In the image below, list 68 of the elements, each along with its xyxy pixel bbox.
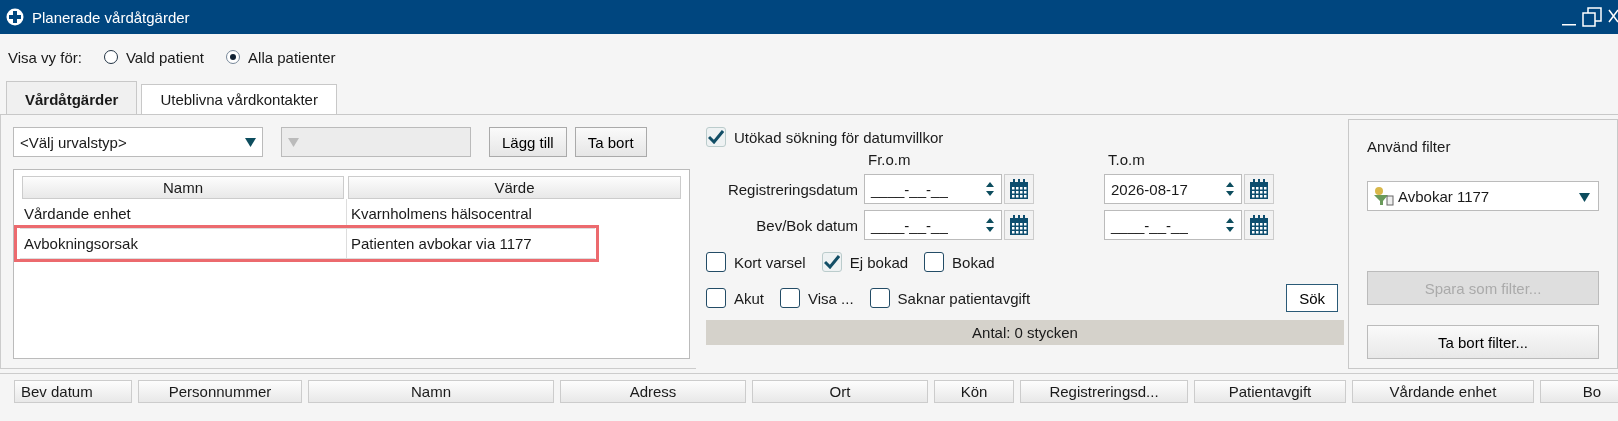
window-title: Planerade vårdåtgärder xyxy=(32,8,190,26)
checkbox-label: Visa ... xyxy=(808,289,854,307)
column-header[interactable]: Registreringsd... xyxy=(1020,380,1188,403)
view-label: Visa vy för: xyxy=(8,48,82,66)
column-header[interactable]: Adress xyxy=(560,380,746,403)
checkbox[interactable] xyxy=(706,288,726,308)
dropdown-caret-icon xyxy=(1579,192,1590,202)
column-header[interactable]: Namn xyxy=(22,176,344,199)
radio-button[interactable] xyxy=(103,50,118,64)
column-header[interactable]: Kön xyxy=(934,380,1014,403)
calendar-button[interactable] xyxy=(1004,174,1034,204)
remove-button[interactable]: Ta bort xyxy=(574,127,647,157)
date-field[interactable]: 2026-08-17 xyxy=(1104,174,1243,204)
spinner-arrows-icon[interactable] xyxy=(985,181,996,197)
filter-dropdown[interactable]: Avbokar 1177 xyxy=(1367,181,1599,211)
dropdown-caret-icon xyxy=(245,137,256,147)
radio-label: Vald patient xyxy=(125,48,205,66)
from-heading: Fr.o.m xyxy=(867,151,912,168)
calendar-button[interactable] xyxy=(1244,174,1274,204)
calendar-icon xyxy=(1008,214,1031,236)
remove-filter-button[interactable]: Ta bort filter... xyxy=(1367,325,1599,359)
checkbox[interactable] xyxy=(869,288,890,308)
calendar-icon xyxy=(1008,178,1031,200)
checkbox-label: Saknar patientavgift xyxy=(897,289,1031,307)
spinner-arrows-icon[interactable] xyxy=(985,217,996,233)
checkbox[interactable] xyxy=(780,288,800,308)
dropdown-caret-icon xyxy=(288,137,299,147)
funnel-icon xyxy=(1372,186,1394,206)
checkbox-label: Ej bokad xyxy=(849,253,909,271)
calendar-icon xyxy=(1248,214,1271,236)
checkbox-label: Bokad xyxy=(952,253,995,271)
date-label: Registreringsdatum xyxy=(726,180,859,198)
spinner-arrows-icon[interactable] xyxy=(1225,217,1236,233)
medical-cross-icon xyxy=(6,8,24,26)
column-header[interactable]: Patientavgift xyxy=(1194,380,1346,403)
column-header[interactable]: Bo xyxy=(1540,380,1618,403)
spinner-arrows-icon[interactable] xyxy=(1225,181,1236,197)
restore-icon[interactable] xyxy=(1582,7,1602,27)
column-header[interactable]: Personnummer xyxy=(138,380,302,403)
search-button[interactable]: Sök xyxy=(1286,284,1338,312)
calendar-button[interactable] xyxy=(1244,210,1274,240)
checkbox[interactable] xyxy=(706,252,726,272)
add-button[interactable]: Lägg till xyxy=(489,127,567,157)
calendar-button[interactable] xyxy=(1004,210,1034,240)
column-header[interactable]: Namn xyxy=(308,380,554,403)
checkbox-label: Kort varsel xyxy=(734,253,806,271)
radio-button[interactable] xyxy=(226,50,241,64)
checkbox-label: Akut xyxy=(734,289,764,307)
to-heading: T.o.m xyxy=(1107,151,1146,168)
column-header[interactable]: Bev datum xyxy=(14,380,132,403)
tab[interactable]: Vårdåtgärder xyxy=(6,81,138,114)
table-row[interactable]: Avbokningsorsak Patienten avbokar via 1177 xyxy=(20,229,595,259)
column-header[interactable]: Ort xyxy=(752,380,928,403)
date-field[interactable]: ____-__-__ xyxy=(1104,210,1243,240)
column-header[interactable]: Värde xyxy=(348,176,681,199)
checkbox-label: Utökad sökning för datumvillkor xyxy=(734,128,944,146)
date-field[interactable]: ____-__-__ xyxy=(864,210,1003,240)
result-count-bar: Antal: 0 stycken xyxy=(706,320,1344,345)
column-header[interactable]: Vårdande enhet xyxy=(1352,380,1534,403)
date-field[interactable]: ____-__-__ xyxy=(864,174,1003,204)
checkbox[interactable] xyxy=(924,252,945,272)
calendar-icon xyxy=(1248,178,1271,200)
radio-label: Alla patienter xyxy=(248,48,336,66)
filter-label: Använd filter xyxy=(1367,138,1452,155)
date-label: Bev/Bok datum xyxy=(755,216,859,234)
selection-type-dropdown[interactable]: <Välj urvalstyp> xyxy=(13,127,263,157)
table-row[interactable]: Vårdande enhet Kvarnholmens hälsocentral xyxy=(20,199,595,229)
tab[interactable]: Uteblivna vårdkontakter xyxy=(141,84,337,114)
